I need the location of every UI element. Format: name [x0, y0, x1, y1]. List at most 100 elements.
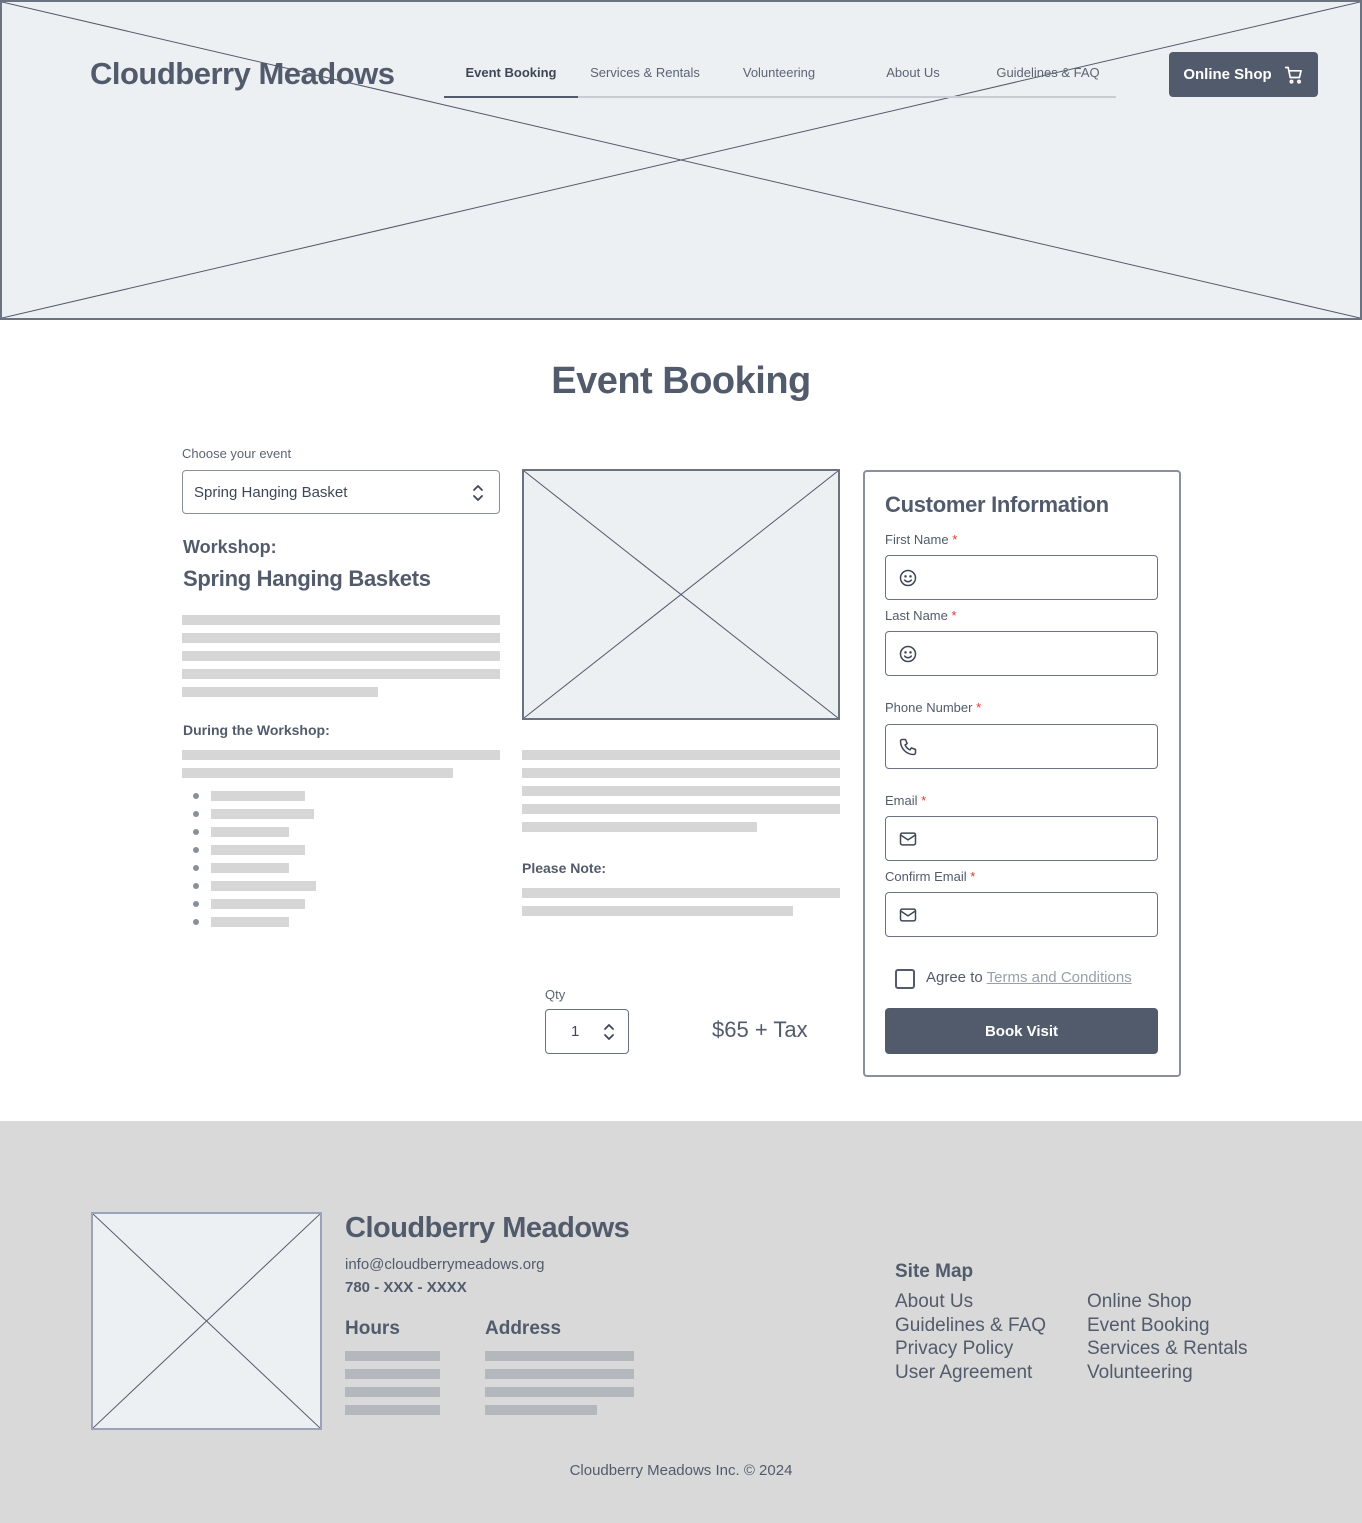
mail-icon	[899, 832, 917, 846]
bullet-dot	[193, 919, 199, 925]
text-line-placeholder	[522, 822, 757, 832]
email-label: Email *	[885, 793, 926, 808]
phone-icon	[899, 738, 917, 756]
footer-brand: Cloudberry Meadows	[345, 1212, 630, 1244]
terms-checkbox[interactable]	[895, 969, 915, 989]
list-item	[211, 917, 289, 927]
site-logo[interactable]: Cloudberry Meadows	[90, 56, 395, 92]
text-line-placeholder	[182, 687, 378, 697]
list-item	[211, 791, 305, 801]
first-name-label: First Name *	[885, 532, 957, 547]
text-line-placeholder	[182, 651, 500, 661]
event-select-value: Spring Hanging Basket	[194, 483, 348, 501]
bullet-dot	[193, 901, 199, 907]
please-note-heading: Please Note:	[522, 860, 607, 876]
required-marker: *	[951, 608, 957, 623]
last-name-label-text: Last Name	[885, 608, 948, 623]
nav-services-rentals[interactable]: Services & Rentals	[578, 60, 712, 96]
required-marker: *	[976, 700, 982, 715]
first-name-label-text: First Name	[885, 532, 949, 547]
quantity-value: 1	[571, 1023, 580, 1040]
chevron-up-down-icon	[473, 485, 483, 501]
text-line-placeholder	[522, 804, 840, 814]
list-item	[211, 863, 289, 873]
text-line-placeholder	[522, 786, 840, 796]
sitemap-link-volunteering[interactable]: Volunteering	[1087, 1361, 1248, 1385]
terms-link[interactable]: Terms and Conditions	[987, 969, 1132, 986]
first-name-field[interactable]	[885, 555, 1158, 600]
sitemap-link-event-booking[interactable]: Event Booking	[1087, 1314, 1248, 1338]
agree-terms-text: Agree to Terms and Conditions	[926, 969, 1132, 986]
sitemap-column-2: Online Shop Event Booking Services & Ren…	[1087, 1290, 1248, 1385]
text-line-placeholder	[485, 1405, 597, 1415]
sitemap-heading: Site Map	[895, 1261, 974, 1282]
text-line-placeholder	[522, 888, 840, 898]
text-line-placeholder	[182, 768, 453, 778]
phone-field[interactable]	[885, 724, 1158, 769]
list-item	[211, 827, 289, 837]
agree-prefix: Agree to	[926, 969, 983, 986]
event-select-label: Choose your event	[182, 446, 292, 461]
phone-label: Phone Number *	[885, 700, 981, 715]
sitemap-link-services-rentals[interactable]: Services & Rentals	[1087, 1337, 1248, 1361]
required-marker: *	[970, 869, 976, 884]
event-select[interactable]: Spring Hanging Basket	[182, 470, 500, 514]
confirm-email-field[interactable]	[885, 892, 1158, 937]
text-line-placeholder	[345, 1351, 440, 1361]
text-line-placeholder	[345, 1369, 440, 1379]
image-cross-graphic	[524, 471, 838, 718]
qty-label: Qty	[545, 987, 566, 1002]
required-marker: *	[921, 793, 927, 808]
bullet-dot	[193, 865, 199, 871]
bullet-dot	[193, 883, 199, 889]
text-line-placeholder	[182, 615, 500, 625]
sitemap-link-user-agreement[interactable]: User Agreement	[895, 1361, 1046, 1385]
nav-guidelines-faq[interactable]: Guidelines & FAQ	[980, 60, 1116, 96]
text-line-placeholder	[485, 1351, 634, 1361]
sitemap-link-privacy-policy[interactable]: Privacy Policy	[895, 1337, 1046, 1361]
text-line-placeholder	[182, 633, 500, 643]
nav-about-us[interactable]: About Us	[846, 60, 980, 96]
main-nav: Event Booking Services & Rentals Volunte…	[444, 60, 1116, 98]
sitemap-link-online-shop[interactable]: Online Shop	[1087, 1290, 1248, 1314]
quantity-stepper[interactable]: 1	[545, 1009, 629, 1054]
text-line-placeholder	[345, 1387, 440, 1397]
smiley-icon	[899, 569, 917, 587]
list-item	[211, 809, 314, 819]
footer-email[interactable]: info@cloudberrymeadows.org	[345, 1256, 545, 1273]
list-item	[211, 881, 316, 891]
text-line-placeholder	[485, 1369, 634, 1379]
customer-info-title: Customer Information	[885, 492, 1109, 517]
copyright: Cloudberry Meadows Inc. © 2024	[569, 1462, 793, 1479]
list-item	[211, 845, 305, 855]
text-line-placeholder	[182, 669, 500, 679]
nav-event-booking[interactable]: Event Booking	[444, 60, 578, 98]
page-title: Event Booking	[551, 360, 811, 402]
text-line-placeholder	[522, 906, 793, 916]
confirm-email-label-text: Confirm Email	[885, 869, 967, 884]
sitemap-link-about-us[interactable]: About Us	[895, 1290, 1046, 1314]
text-line-placeholder	[345, 1405, 440, 1415]
last-name-field[interactable]	[885, 631, 1158, 676]
event-image-placeholder	[522, 469, 840, 720]
address-heading: Address	[485, 1318, 562, 1339]
chevron-up-down-icon[interactable]	[602, 1022, 616, 1042]
text-line-placeholder	[522, 768, 840, 778]
image-cross-graphic	[93, 1214, 320, 1428]
sitemap-link-guidelines-faq[interactable]: Guidelines & FAQ	[895, 1314, 1046, 1338]
bullet-dot	[193, 829, 199, 835]
online-shop-button[interactable]: Online Shop	[1169, 52, 1318, 97]
confirm-email-label: Confirm Email *	[885, 869, 975, 884]
workshop-title: Spring Hanging Baskets	[183, 566, 431, 591]
during-workshop-heading: During the Workshop:	[183, 722, 330, 738]
cart-icon	[1284, 66, 1302, 84]
smiley-icon	[899, 645, 917, 663]
nav-volunteering[interactable]: Volunteering	[712, 60, 846, 96]
online-shop-label: Online Shop	[1183, 66, 1272, 83]
hero-image-placeholder	[2, 2, 1360, 318]
sitemap-column-1: About Us Guidelines & FAQ Privacy Policy…	[895, 1290, 1046, 1385]
email-field[interactable]	[885, 816, 1158, 861]
book-visit-button[interactable]: Book Visit	[885, 1008, 1158, 1054]
bullet-dot	[193, 811, 199, 817]
bullet-dot	[193, 847, 199, 853]
